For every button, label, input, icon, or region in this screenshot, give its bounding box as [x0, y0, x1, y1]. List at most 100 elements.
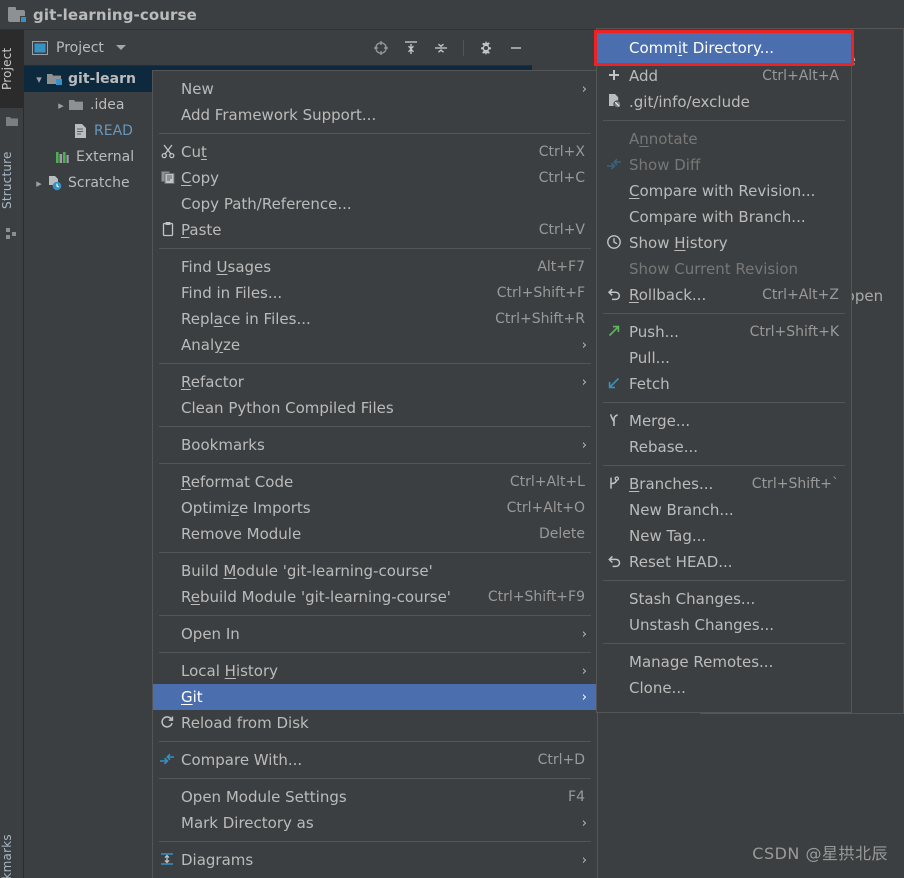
plus-icon [603, 67, 629, 85]
menu-item-shortcut: Ctrl+Shift+` [751, 476, 839, 492]
menu-item-branches[interactable]: Branches... Ctrl+Shift+` [597, 471, 851, 497]
menu-item-label: Branches... [629, 475, 714, 493]
menu-item-commit-directory[interactable]: Commit Directory... [597, 33, 851, 63]
menu-item-refactor[interactable]: Refactor › [153, 369, 597, 395]
chevron-right-icon[interactable]: ▸ [54, 99, 68, 112]
menu-item-label: New Tag... [629, 527, 707, 545]
menu-item-new-branch[interactable]: New Branch... [597, 497, 851, 523]
menu-item-diagrams[interactable]: Diagrams › [153, 847, 597, 873]
locate-icon[interactable] [373, 40, 389, 56]
menu-item-copy-path-reference[interactable]: Copy Path/Reference... [153, 191, 597, 217]
collapse-all-icon[interactable] [433, 40, 449, 56]
menu-item-git[interactable]: Git › [153, 684, 597, 710]
menu-item-new[interactable]: New › [153, 76, 597, 102]
menu-item-copy[interactable]: Copy Ctrl+C [153, 165, 597, 191]
menu-item-rebase[interactable]: Rebase... [597, 434, 851, 460]
menu-item-find-usages[interactable]: Find Usages Alt+F7 [153, 254, 597, 280]
menu-item-reformat-code[interactable]: Reformat Code Ctrl+Alt+L [153, 469, 597, 495]
folder-icon[interactable] [5, 114, 19, 128]
menu-item-unstash-changes[interactable]: Unstash Changes... [597, 612, 851, 638]
menu-separator [159, 778, 591, 779]
compare-icon [157, 751, 181, 769]
menu-item-label: Refactor [181, 373, 244, 391]
menu-item-compare-with[interactable]: Compare With... Ctrl+D [153, 747, 597, 773]
project-panel-title: Project [56, 39, 104, 56]
menu-separator [603, 402, 845, 403]
sidebar-item-bookmarks[interactable]: Bookmarks [0, 830, 24, 878]
structure-icon[interactable] [5, 226, 19, 240]
empty-icon [603, 527, 629, 545]
empty-icon [157, 336, 181, 354]
menu-item-remove-module[interactable]: Remove Module Delete [153, 521, 597, 547]
screen-root: git-learning-course Project Structure Bo… [0, 0, 904, 878]
menu-item-analyze[interactable]: Analyze › [153, 332, 597, 358]
menu-item-add[interactable]: Add Ctrl+Alt+A [597, 63, 851, 89]
menu-item-mark-directory-as[interactable]: Mark Directory as › [153, 810, 597, 836]
sidebar-item-structure[interactable]: Structure [0, 138, 24, 222]
menu-separator [603, 313, 845, 314]
menu-item-clean-python-compiled-files[interactable]: Clean Python Compiled Files [153, 395, 597, 421]
empty-icon [603, 616, 629, 634]
menu-item-new-tag[interactable]: New Tag... [597, 523, 851, 549]
empty-icon [603, 349, 629, 367]
menu-item-open-in[interactable]: Open In › [153, 621, 597, 647]
menu-item-stash-changes[interactable]: Stash Changes... [597, 586, 851, 612]
menu-item-paste[interactable]: Paste Ctrl+V [153, 217, 597, 243]
menu-item-label: Reload from Disk [181, 714, 309, 732]
menu-item-label: Add Framework Support... [181, 106, 377, 124]
menu-item-shortcut: Ctrl+Alt+L [509, 474, 585, 490]
menu-item-label: Optimize Imports [181, 499, 311, 517]
chevron-right-icon[interactable]: ▸ [32, 177, 46, 190]
expand-all-icon[interactable] [403, 40, 419, 56]
chevron-down-icon[interactable] [115, 45, 126, 50]
menu-item-reset-head[interactable]: Reset HEAD... [597, 549, 851, 575]
menu-item-replace-in-files[interactable]: Replace in Files... Ctrl+Shift+R [153, 306, 597, 332]
menu-item-push[interactable]: Push... Ctrl+Shift+K [597, 319, 851, 345]
menu-item-label: Find Usages [181, 258, 272, 276]
menu-item-show-history[interactable]: Show History [597, 230, 851, 256]
project-window-icon [32, 40, 48, 55]
menu-item-optimize-imports[interactable]: Optimize Imports Ctrl+Alt+O [153, 495, 597, 521]
module-folder-icon [46, 71, 63, 87]
menu-item-manage-remotes[interactable]: Manage Remotes... [597, 649, 851, 675]
menu-item-pull[interactable]: Pull... [597, 345, 851, 371]
menu-separator [159, 248, 591, 249]
sidebar-item-project[interactable]: Project [0, 30, 24, 108]
title-bar: git-learning-course [0, 0, 904, 30]
menu-item-clone[interactable]: Clone... [597, 675, 851, 701]
empty-icon [157, 473, 181, 491]
menu-item-fetch[interactable]: Fetch [597, 371, 851, 397]
menu-item-label: Build Module 'git-learning-course' [181, 562, 433, 580]
chevron-right-icon: › [581, 374, 587, 390]
menu-item-label: Manage Remotes... [629, 653, 774, 671]
menu-item-rollback[interactable]: Rollback... Ctrl+Alt+Z [597, 282, 851, 308]
menu-separator [603, 465, 845, 466]
menu-item-label: Open Module Settings [181, 788, 347, 806]
menu-item-bookmarks[interactable]: Bookmarks › [153, 432, 597, 458]
menu-item-build-module[interactable]: Build Module 'git-learning-course' [153, 558, 597, 584]
menu-item-local-history[interactable]: Local History › [153, 658, 597, 684]
empty-icon [603, 130, 629, 148]
empty-icon [157, 399, 181, 417]
menu-item-compare-with-branch[interactable]: Compare with Branch... [597, 204, 851, 230]
menu-item-find-in-files[interactable]: Find in Files... Ctrl+Shift+F [153, 280, 597, 306]
settings-gear-icon[interactable] [478, 40, 494, 56]
menu-item-compare-with-revision[interactable]: Compare with Revision... [597, 178, 851, 204]
empty-icon [157, 814, 181, 832]
menu-item-add-framework-support[interactable]: Add Framework Support... [153, 102, 597, 128]
scratches-icon [46, 175, 63, 191]
menu-item-rebuild-module[interactable]: Rebuild Module 'git-learning-course' Ctr… [153, 584, 597, 610]
menu-item-label: Copy [181, 169, 220, 187]
rollback-icon [603, 286, 629, 304]
menu-item-merge[interactable]: Merge... [597, 408, 851, 434]
menu-item-reload-from-disk[interactable]: Reload from Disk [153, 710, 597, 736]
menu-separator [603, 120, 845, 121]
sidebar-item-structure-label: Structure [0, 151, 14, 209]
empty-icon [157, 80, 181, 98]
menu-item-open-module-settings[interactable]: Open Module Settings F4 [153, 784, 597, 810]
chevron-down-icon[interactable]: ▾ [32, 73, 46, 86]
empty-icon [603, 208, 629, 226]
menu-item-git-info-exclude[interactable]: .git/info/exclude [597, 89, 851, 115]
hide-icon[interactable] [508, 40, 524, 56]
menu-item-cut[interactable]: Cut Ctrl+X [153, 139, 597, 165]
